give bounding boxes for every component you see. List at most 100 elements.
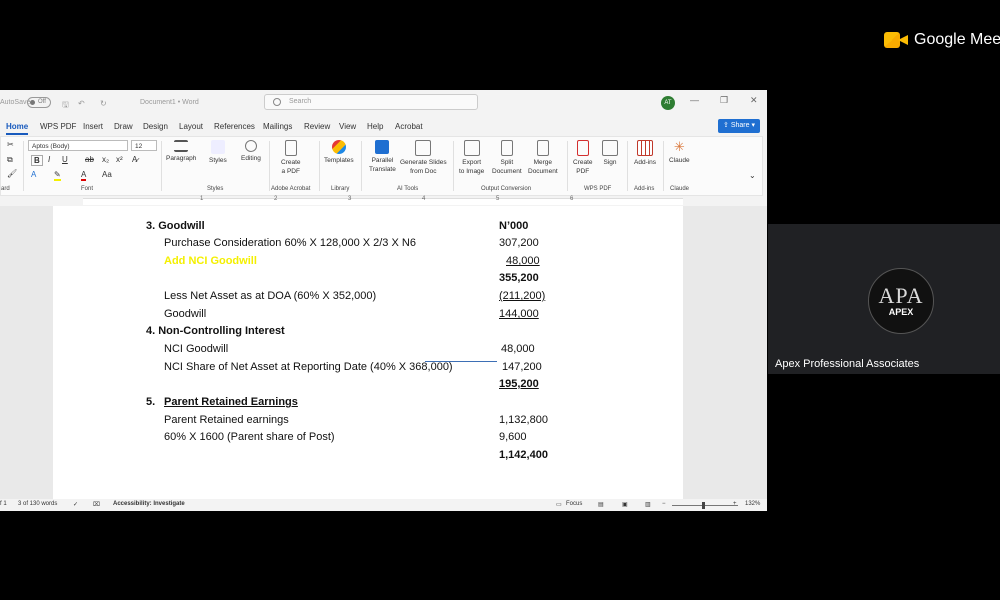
export-to-image-button[interactable]: Export to Image (459, 140, 484, 176)
editing-button[interactable]: Editing (241, 140, 261, 163)
close-icon[interactable]: ✕ (750, 95, 758, 106)
wps-create-pdf-button[interactable]: Create PDF (573, 140, 593, 176)
parent-share-post-label: 60% X 1600 (Parent share of Post) (164, 431, 335, 443)
create-a-pdf-button[interactable]: Create a PDF (281, 140, 301, 176)
highlight-icon[interactable]: ✎ (54, 170, 61, 181)
search-placeholder: Search (289, 98, 312, 105)
user-avatar[interactable]: AT (661, 96, 675, 110)
document-page[interactable]: 3. Goodwill N’000 Purchase Consideration… (53, 206, 683, 499)
nci-share-value: 147,200 (502, 361, 542, 373)
less-net-asset-label: Less Net Asset as at DOA (60% X 352,000) (164, 290, 377, 302)
tab-mailings[interactable]: Mailings (263, 122, 292, 131)
tab-help[interactable]: Help (367, 122, 383, 131)
share-button[interactable]: ⇪ Share ▾ (718, 119, 760, 133)
paragraph-button[interactable]: Paragraph (166, 140, 196, 163)
change-case-icon[interactable]: Aa (102, 170, 112, 179)
copy-icon[interactable]: ⧉ (7, 155, 13, 165)
tab-design[interactable]: Design (143, 122, 168, 131)
participant-tile[interactable]: APA APEX Apex Professional Associates (768, 224, 1000, 374)
tab-home[interactable]: Home (6, 122, 28, 131)
styles-button[interactable]: Styles (209, 140, 227, 165)
group-label-adobe: Adobe Acrobat (271, 186, 311, 192)
word-count[interactable]: 3 of 130 words (18, 501, 57, 507)
underline-button[interactable]: U (62, 155, 68, 164)
create-pdf-icon (284, 140, 297, 156)
tab-view[interactable]: View (339, 122, 356, 131)
subscript-button[interactable]: x₂ (102, 155, 109, 164)
zoom-slider-thumb[interactable] (702, 502, 705, 509)
proofing-icon[interactable]: ✓ (73, 501, 78, 508)
search-box[interactable]: Search (264, 94, 478, 110)
translate-icon (375, 140, 390, 154)
read-mode-icon[interactable]: ▤ (598, 501, 604, 508)
generate-slides-button[interactable]: Generate Slides from Doc (400, 140, 447, 176)
nci-total: 195,200 (499, 378, 539, 390)
tab-references[interactable]: References (214, 122, 255, 131)
page-count[interactable]: f 1 (0, 501, 7, 507)
cut-icon[interactable]: ✂ (7, 140, 14, 149)
avatar-logo-text: APA (878, 283, 924, 308)
parallel-translate-button[interactable]: Parallel Translate (369, 140, 396, 174)
redo-icon[interactable]: ↻ (100, 99, 107, 108)
title-bar: AutoSave Off 🖫 ↶ ↻ Document1 • Word Sear… (0, 90, 767, 116)
search-icon (273, 98, 281, 106)
collapse-ribbon-icon[interactable]: ⌄ (749, 171, 756, 180)
font-color-icon[interactable]: A (81, 170, 87, 181)
group-label-styles: Styles (207, 186, 224, 192)
save-icon[interactable]: 🖫 (62, 99, 69, 113)
claude-button[interactable]: ✳ Claude (669, 140, 690, 165)
goodwill-heading: 3. Goodwill (146, 220, 205, 232)
predictions-icon[interactable]: ⌧ (93, 501, 100, 508)
export-image-icon (463, 140, 480, 156)
restore-icon[interactable]: ❐ (720, 95, 728, 106)
focus-icon[interactable]: ▭ (556, 501, 562, 508)
superscript-button[interactable]: x² (116, 155, 123, 164)
document-canvas: 3. Goodwill N’000 Purchase Consideration… (0, 206, 767, 499)
tab-wps-pdf[interactable]: WPS PDF (40, 122, 76, 131)
tab-draw[interactable]: Draw (114, 122, 133, 131)
zoom-slider[interactable] (672, 505, 738, 506)
avatar-logo-subtext: APEX (888, 307, 914, 317)
font-size-select[interactable]: 12 (131, 140, 157, 151)
bold-button[interactable]: B (31, 155, 43, 166)
split-document-button[interactable]: Split Document (492, 140, 522, 176)
templates-icon (331, 140, 346, 154)
undo-icon[interactable]: ↶ (78, 99, 85, 108)
tab-insert[interactable]: Insert (83, 122, 103, 131)
focus-label[interactable]: Focus (566, 501, 582, 507)
tab-layout[interactable]: Layout (179, 122, 203, 131)
ruler: 1 2 3 4 5 6 (0, 196, 767, 206)
add-nci-goodwill-value: 48,000 (506, 255, 540, 267)
zoom-level[interactable]: 132% (745, 501, 760, 507)
editing-search-icon (244, 140, 257, 152)
sign-button[interactable]: Sign (602, 140, 618, 167)
parent-retained-earnings-label: Parent Retained earnings (164, 414, 289, 426)
format-painter-icon[interactable]: 🖌 (7, 169, 17, 178)
templates-button[interactable]: Templates (324, 140, 354, 165)
group-label-clipboard: ard (1, 186, 10, 192)
text-effects-icon[interactable]: A (31, 170, 36, 179)
ribbon: ✂ ⧉ 🖌 ard Aptos (Body) 12 B I U ab x₂ x²… (0, 136, 763, 196)
web-layout-icon[interactable]: ▥ (645, 501, 651, 508)
google-meet-logo: Google Meet (884, 30, 1000, 50)
accessibility-status[interactable]: Accessibility: Investigate (113, 501, 185, 507)
print-layout-icon[interactable]: ▣ (622, 501, 628, 508)
add-ins-icon (637, 140, 654, 156)
autosave-toggle[interactable]: Off (27, 97, 51, 108)
pre-heading: Parent Retained Earnings (164, 396, 298, 408)
group-label-library: Library (331, 186, 350, 192)
zoom-in-icon[interactable]: + (733, 501, 737, 507)
merge-document-button[interactable]: Merge Document (528, 140, 558, 176)
italic-button[interactable]: I (48, 155, 50, 164)
currency-header: N’000 (499, 220, 529, 232)
zoom-out-icon[interactable]: − (662, 501, 666, 507)
font-name-select[interactable]: Aptos (Body) (28, 140, 128, 151)
strikethrough-button[interactable]: ab (85, 155, 94, 164)
tab-review[interactable]: Review (304, 122, 330, 131)
add-ins-button[interactable]: Add-ins (634, 140, 656, 167)
minimize-icon[interactable]: — (690, 95, 699, 105)
paragraph-icon (174, 140, 189, 152)
tab-acrobat[interactable]: Acrobat (395, 122, 423, 131)
clear-format-icon[interactable]: A̷ (132, 155, 137, 164)
sign-icon (602, 140, 618, 156)
